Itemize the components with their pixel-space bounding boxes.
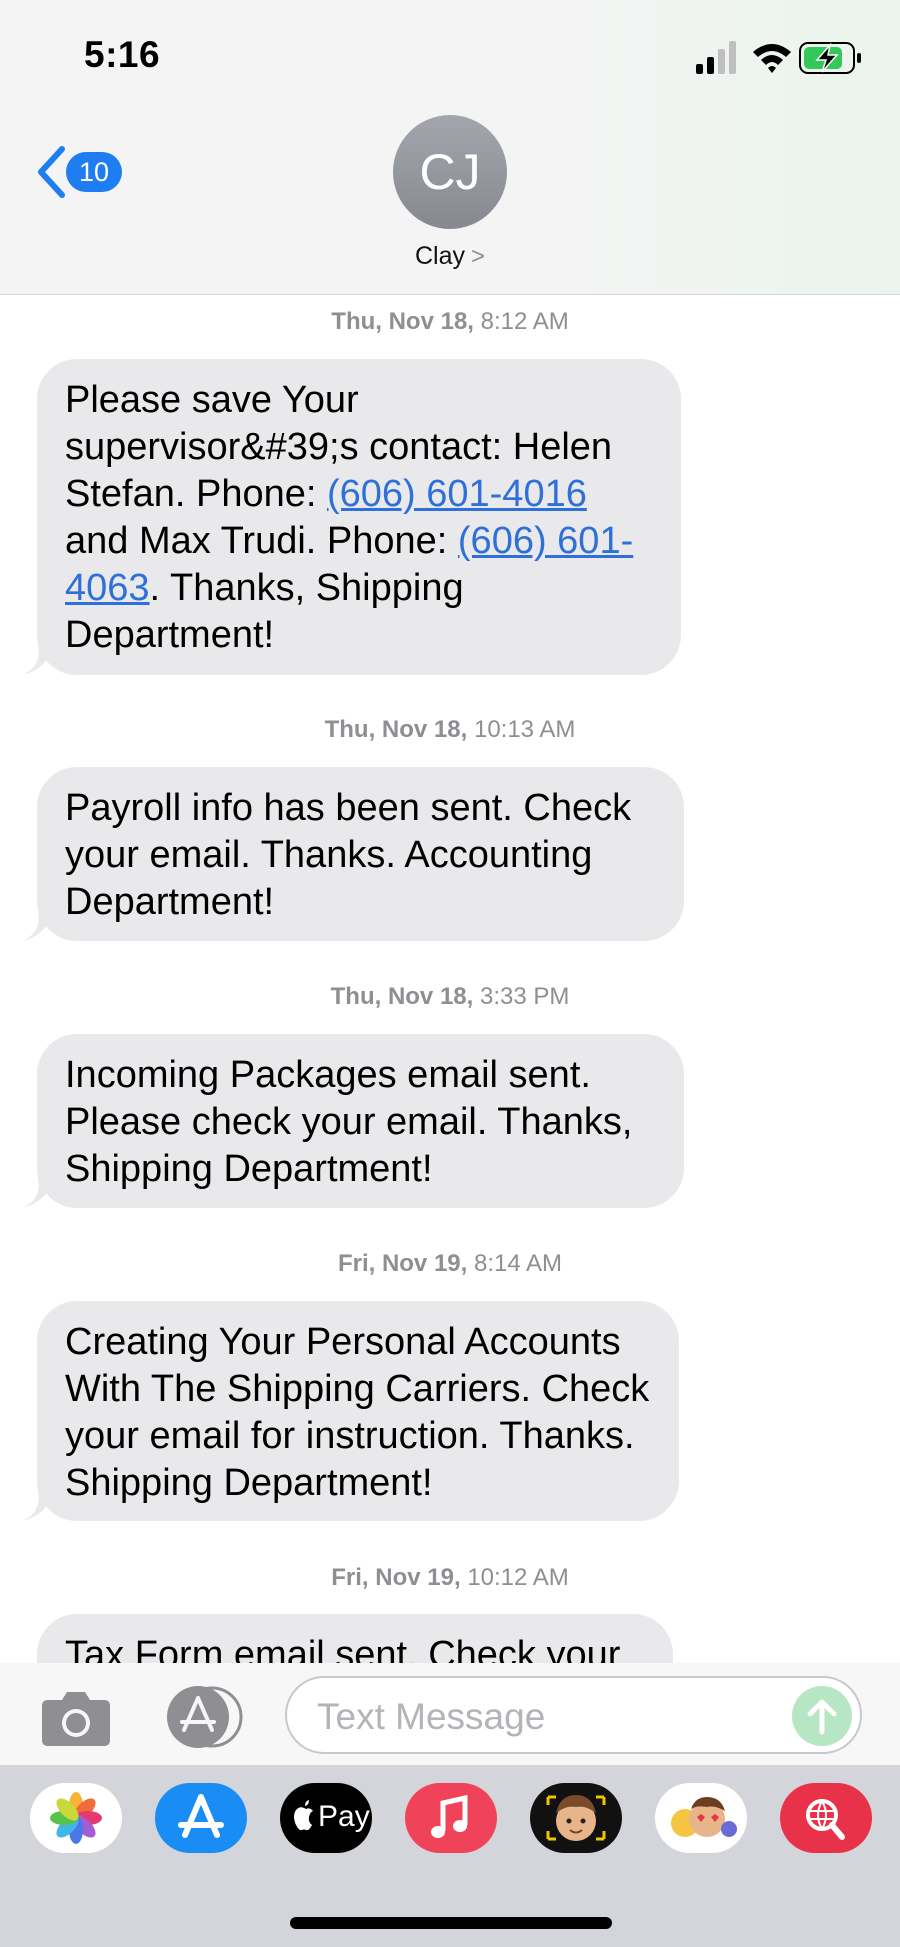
web-images-search-icon: [806, 1799, 845, 1840]
photos-app-button[interactable]: [30, 1783, 122, 1853]
message-text-field[interactable]: [285, 1676, 862, 1754]
message-bubble[interactable]: Incoming Packages email sent. Please che…: [37, 1034, 684, 1208]
message-input[interactable]: [315, 1692, 769, 1742]
home-indicator[interactable]: [290, 1917, 612, 1929]
message-composer: [0, 1663, 900, 1765]
apple-pay-app-button[interactable]: Pay: [280, 1783, 372, 1853]
conversation-header: 5:16 10 CJ Clay >: [0, 0, 900, 295]
message-bubble[interactable]: Payroll info has been sent. Check your e…: [37, 767, 684, 941]
bubble-tail: [22, 1178, 52, 1208]
camera-icon: [42, 1692, 110, 1746]
chevron-right-icon: >: [471, 243, 486, 270]
status-icons: [696, 40, 861, 76]
bubble-tail: [22, 1491, 52, 1521]
message-timestamp: Fri, Nov 19, 10:12 AM: [331, 1564, 569, 1591]
music-app-button[interactable]: [405, 1783, 497, 1853]
phone-link[interactable]: (606) 601-4016: [327, 473, 587, 515]
photos-icon: [50, 1792, 102, 1844]
music-icon: [431, 1794, 468, 1838]
message-timestamp: Thu, Nov 18, 8:12 AM: [331, 308, 569, 335]
arrow-up-icon: [807, 1699, 837, 1735]
bubble-tail: [22, 911, 52, 941]
memoji-app-button[interactable]: [530, 1783, 622, 1853]
app-store-app-button[interactable]: [155, 1783, 247, 1853]
web-images-app-button[interactable]: [780, 1783, 872, 1853]
app-store-icon: [178, 1794, 224, 1838]
status-time: 5:16: [84, 34, 161, 75]
wifi-icon: [753, 44, 791, 73]
message-timestamp: Fri, Nov 19, 8:14 AM: [337, 1250, 563, 1277]
message-timestamp: Thu, Nov 18, 3:33 PM: [330, 983, 570, 1010]
back-button[interactable]: 10: [36, 142, 136, 202]
bubble-tail: [22, 645, 52, 675]
memoji-stickers-app-button[interactable]: [655, 1783, 747, 1853]
apple-pay-label: Pay: [318, 1800, 370, 1833]
send-button[interactable]: [792, 1686, 852, 1746]
memoji-stickers-icon: [671, 1797, 737, 1837]
chevron-left-icon: [38, 146, 65, 198]
memoji-icon: [546, 1795, 606, 1841]
unread-count-badge: 10: [66, 152, 122, 192]
contact-avatar[interactable]: CJ: [393, 115, 507, 229]
message-thread[interactable]: Thu, Nov 18, 8:12 AM Please save Your su…: [0, 295, 900, 1663]
message-bubble[interactable]: Tax Form email sent. Check your: [37, 1614, 673, 1663]
message-bubble[interactable]: Creating Your Personal Accounts With The…: [37, 1301, 679, 1521]
camera-button[interactable]: [40, 1690, 112, 1748]
apps-icon: [167, 1686, 243, 1748]
battery-charging-icon: [799, 42, 861, 74]
message-timestamp: Thu, Nov 18, 10:13 AM: [324, 716, 576, 743]
contact-name: Clay: [414, 242, 465, 270]
contact-name-button[interactable]: Clay >: [0, 242, 900, 271]
message-bubble[interactable]: Please save Your supervisor&#39;s contac…: [37, 359, 681, 675]
app-store-drawer-button[interactable]: [162, 1686, 244, 1748]
cellular-signal-icon: [696, 41, 736, 74]
